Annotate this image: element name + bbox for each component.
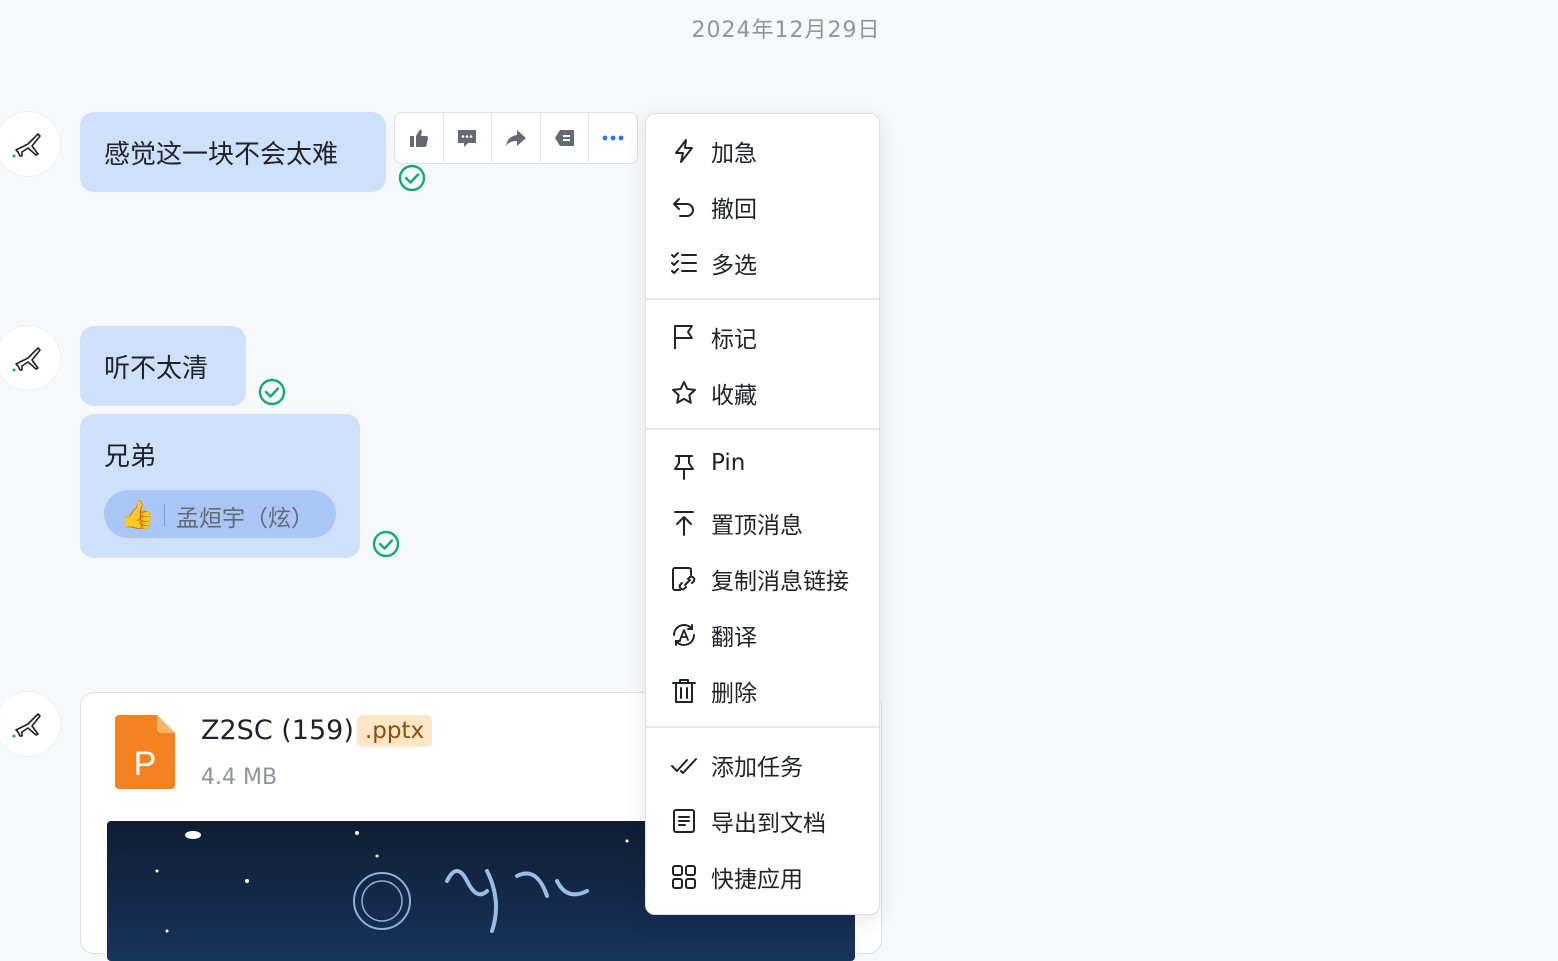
quote-reply-button[interactable] — [541, 113, 590, 163]
urgent-icon — [675, 139, 693, 163]
file-icon-letter: P — [134, 745, 157, 783]
multi-select-icon — [671, 252, 697, 274]
flag-icon — [674, 325, 693, 349]
menu-item-label: 标记 — [711, 327, 757, 353]
read-check-icon — [258, 378, 286, 406]
menu-divider — [646, 298, 879, 300]
menu-divider — [646, 428, 879, 430]
reaction-chip[interactable]: 👍 孟烜宇（炫） — [104, 490, 336, 538]
menu-item-pin[interactable]: Pin — [646, 442, 879, 492]
message-bubble[interactable]: 兄弟 👍 孟烜宇（炫） — [80, 414, 360, 558]
message-context-menu: 加急 撤回 多选 标记 收藏 Pin 置顶消息 复制消息链接 翻译 删除 添加任… — [645, 113, 880, 915]
more-icon — [602, 135, 624, 141]
menu-item-pin-to-top[interactable]: 置顶消息 — [646, 498, 879, 548]
reaction-separator — [164, 504, 165, 526]
star-icon — [672, 381, 696, 404]
forward-button[interactable] — [492, 113, 541, 163]
menu-item-label: 复制消息链接 — [711, 569, 849, 595]
export-doc-icon — [673, 809, 695, 833]
menu-item-label: 翻译 — [711, 625, 757, 651]
airplane-icon — [12, 713, 41, 738]
sender-avatar[interactable] — [0, 112, 60, 176]
message-action-toolbar — [394, 112, 638, 164]
translate-icon — [673, 624, 695, 646]
date-separator: 2024年12月29日 — [691, 18, 881, 43]
airplane-icon — [12, 133, 41, 158]
menu-item-multi-select[interactable]: 多选 — [646, 238, 879, 288]
menu-item-delete[interactable]: 删除 — [646, 666, 879, 716]
menu-item-copy-link[interactable]: 复制消息链接 — [646, 554, 879, 604]
message-text: 感觉这一块不会太难 — [104, 140, 339, 170]
like-button[interactable] — [395, 113, 444, 163]
read-check-icon — [398, 164, 426, 192]
menu-item-quick-apps[interactable]: 快捷应用 — [646, 852, 879, 902]
menu-item-label: 撤回 — [711, 197, 757, 223]
menu-item-label: 删除 — [711, 681, 757, 707]
reply-in-thread-button[interactable] — [444, 113, 493, 163]
menu-item-recall[interactable]: 撤回 — [646, 182, 879, 232]
sender-avatar[interactable] — [0, 692, 60, 756]
sender-avatar[interactable] — [0, 326, 60, 390]
thumbs-up-icon — [409, 129, 428, 148]
menu-item-label: 导出到文档 — [711, 811, 826, 837]
pin-to-top-icon — [674, 511, 694, 536]
reaction-user: 孟烜宇（炫） — [176, 506, 314, 532]
menu-item-flag[interactable]: 标记 — [646, 312, 879, 362]
menu-item-translate[interactable]: 翻译 — [646, 610, 879, 660]
pin-icon — [674, 455, 694, 480]
menu-item-label: 快捷应用 — [711, 867, 803, 893]
copy-link-icon — [672, 567, 696, 591]
menu-item-add-task[interactable]: 添加任务 — [646, 740, 879, 790]
message-bubble[interactable]: 听不太清 — [80, 326, 246, 406]
menu-item-label: 添加任务 — [711, 755, 803, 781]
thumbs-up-emoji-icon: 👍 — [120, 498, 155, 531]
trash-icon — [672, 679, 696, 703]
more-actions-button[interactable] — [589, 113, 637, 163]
quote-reply-icon — [554, 130, 574, 146]
message-text: 听不太清 — [104, 354, 209, 384]
quick-apps-icon — [672, 865, 696, 889]
message-text: 兄弟 — [104, 442, 157, 472]
menu-item-favorite[interactable]: 收藏 — [646, 368, 879, 418]
menu-item-label: 多选 — [711, 253, 757, 279]
menu-item-urgent[interactable]: 加急 — [646, 126, 879, 176]
airplane-icon — [12, 347, 41, 372]
comment-icon — [458, 130, 477, 147]
message-bubble[interactable]: 感觉这一块不会太难 — [80, 112, 386, 192]
file-name: Z2SC (159) — [201, 715, 354, 746]
menu-item-label: 加急 — [711, 141, 757, 167]
pptx-file-icon: P — [115, 715, 175, 789]
menu-item-label: 置顶消息 — [711, 513, 803, 539]
menu-item-export-doc[interactable]: 导出到文档 — [646, 796, 879, 846]
menu-divider — [646, 726, 879, 728]
add-task-icon — [671, 758, 697, 774]
menu-item-label: 收藏 — [711, 383, 757, 409]
menu-item-label: Pin — [711, 450, 746, 476]
file-size: 4.4 MB — [201, 765, 278, 790]
forward-icon — [505, 130, 526, 146]
read-check-icon — [372, 530, 400, 558]
file-extension-badge: .pptx — [357, 715, 433, 747]
undo-icon — [673, 198, 694, 217]
